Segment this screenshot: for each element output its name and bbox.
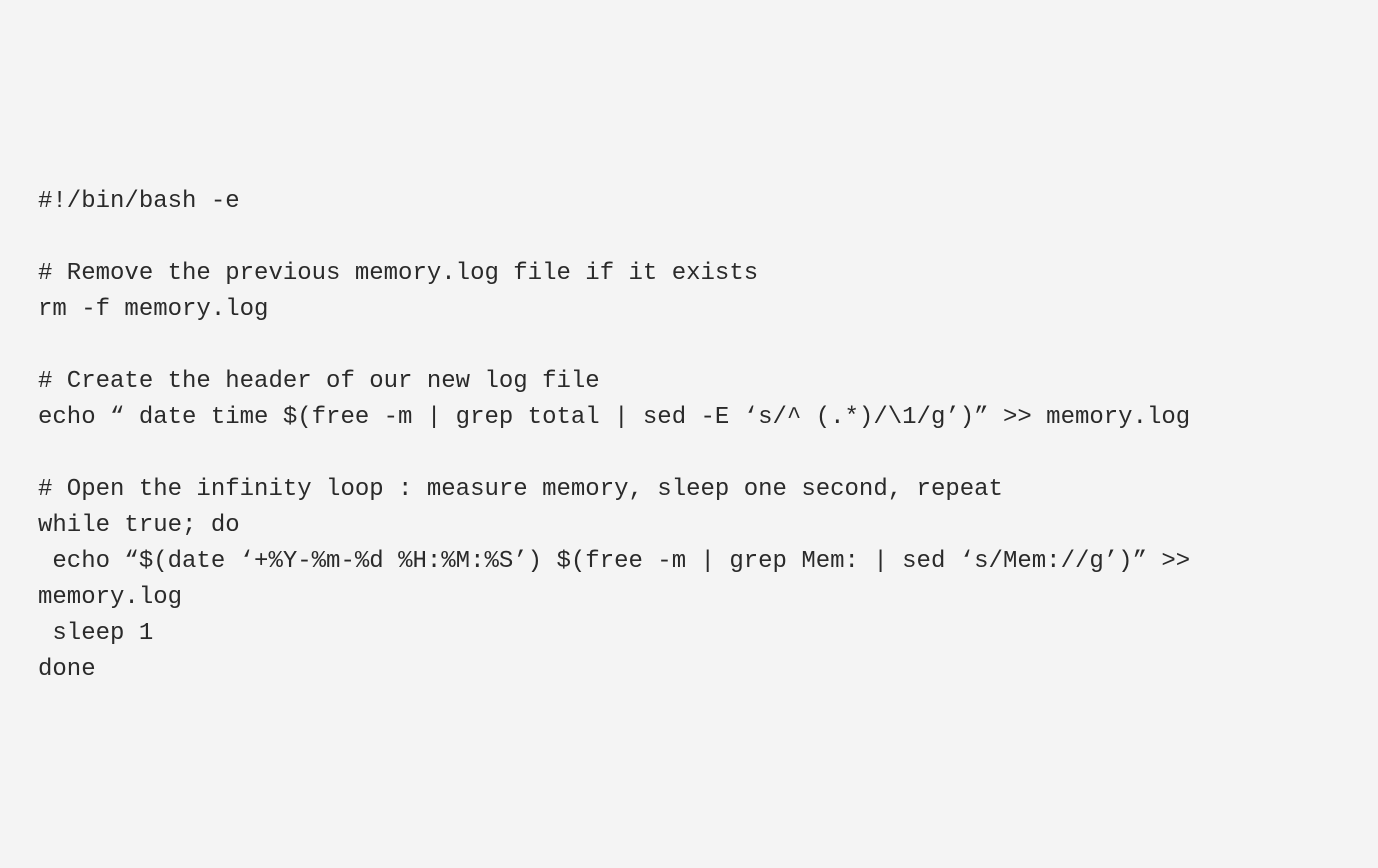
code-line: echo “ date time $(free -m | grep total …	[38, 400, 1340, 436]
code-block: #!/bin/bash -e # Remove the previous memo…	[38, 184, 1340, 688]
code-line: # Remove the previous memory.log file if…	[38, 256, 1340, 292]
blank-line	[38, 220, 1340, 256]
blank-line	[38, 436, 1340, 472]
code-line: sleep 1	[38, 616, 1340, 652]
code-line: # Open the infinity loop : measure memor…	[38, 472, 1340, 508]
code-line: echo “$(date ‘+%Y-%m-%d %H:%M:%S’) $(fre…	[38, 544, 1340, 616]
code-line: # Create the header of our new log file	[38, 364, 1340, 400]
code-line: #!/bin/bash -e	[38, 184, 1340, 220]
code-line: rm -f memory.log	[38, 292, 1340, 328]
code-line: while true; do	[38, 508, 1340, 544]
blank-line	[38, 328, 1340, 364]
code-line: done	[38, 652, 1340, 688]
